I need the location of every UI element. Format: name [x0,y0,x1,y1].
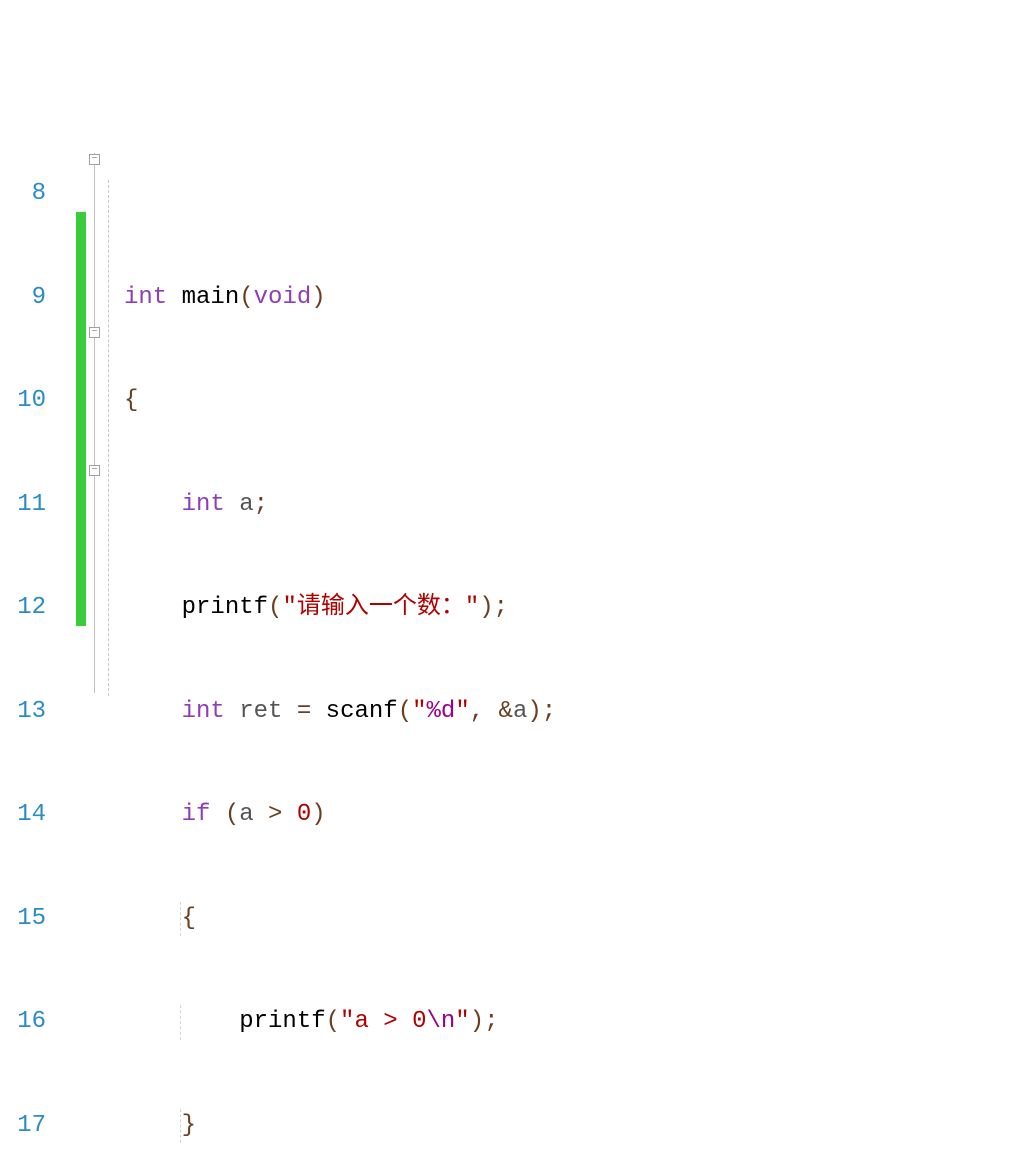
identifier-a: a [239,801,253,828]
punct-comma: , [470,698,484,725]
punct-lparen: ( [268,594,282,621]
punct-rbrace: } [182,1112,196,1139]
punct-lparen: ( [239,284,253,311]
line-number: 16 [0,1005,46,1040]
number-literal: 0 [297,801,311,828]
punct-rparen: ) [479,594,493,621]
operator-gt: > [268,801,282,828]
indent-guide [180,1109,181,1144]
string-quote: " [340,1008,354,1035]
line-number: 14 [0,798,46,833]
keyword-int: int [182,698,225,725]
punct-rparen: ) [527,698,541,725]
margin-spacer [54,108,76,696]
code-line[interactable]: { [120,902,1014,937]
code-line[interactable] [120,177,1014,212]
string-literal: a > 0 [354,1008,426,1035]
identifier-printf: printf [182,594,268,621]
identifier-printf: printf [239,1008,325,1035]
identifier-a: a [239,491,253,518]
code-line[interactable]: } [120,1109,1014,1144]
identifier-ret: ret [239,698,282,725]
punct-semicolon: ; [494,594,508,621]
code-line[interactable]: int main(void) [120,281,1014,316]
format-spec: %d [427,698,456,725]
fold-column: − − − [86,108,106,696]
line-number: 15 [0,902,46,937]
punct-lparen: ( [326,1008,340,1035]
punct-lbrace: { [124,387,138,414]
punct-lparen: ( [398,698,412,725]
punct-lparen: ( [225,801,239,828]
operator-eq: = [297,698,311,725]
code-editor[interactable]: 8 9 10 11 12 13 14 15 16 17 18 19 20 21 … [0,108,1014,696]
indent-guide [180,1005,181,1040]
punct-rparen: ) [311,801,325,828]
line-number: 11 [0,488,46,523]
code-line[interactable]: printf("请输入一个数："); [120,591,1014,626]
fold-toggle[interactable]: − [89,154,100,165]
punct-semicolon: ; [254,491,268,518]
code-line[interactable]: if (a > 0) [120,798,1014,833]
string-quote: " [412,698,426,725]
line-number: 8 [0,177,46,212]
fold-toggle[interactable]: − [89,465,100,476]
line-number: 12 [0,591,46,626]
string-quote: " [455,1008,469,1035]
indent-guide-column [106,108,120,696]
code-line[interactable]: printf("a > 0\n"); [120,1005,1014,1040]
code-text-area[interactable]: int main(void) { int a; printf("请输入一个数："… [120,108,1014,696]
fold-guide-line [94,153,95,693]
change-indicator [76,212,86,626]
change-indicator-column [76,108,86,696]
punct-semicolon: ; [484,1008,498,1035]
punct-semicolon: ; [542,698,556,725]
keyword-int: int [182,491,225,518]
line-number: 17 [0,1109,46,1144]
string-quote: " [455,698,469,725]
identifier-a: a [513,698,527,725]
punct-rparen: ) [470,1008,484,1035]
identifier-scanf: scanf [326,698,398,725]
fold-toggle[interactable]: − [89,327,100,338]
punct-lbrace: { [182,905,196,932]
escape-sequence: \n [426,1008,455,1035]
code-line[interactable]: int ret = scanf("%d", &a); [120,695,1014,730]
punct-rparen: ) [311,284,325,311]
string-literal: 请输入一个数： [297,594,465,621]
keyword-int: int [124,284,167,311]
keyword-if: if [182,801,211,828]
line-number-gutter: 8 9 10 11 12 13 14 15 16 17 18 19 20 21 … [0,108,54,696]
indent-guide [180,902,181,937]
line-number: 9 [0,281,46,316]
line-number: 13 [0,695,46,730]
line-number: 10 [0,384,46,419]
code-line[interactable]: { [120,384,1014,419]
operator-amp: & [499,698,513,725]
code-line[interactable]: int a; [120,488,1014,523]
identifier-main: main [182,284,240,311]
string-quote: " [282,594,296,621]
keyword-void: void [254,284,312,311]
string-quote: " [465,594,479,621]
indent-guide [108,180,109,696]
